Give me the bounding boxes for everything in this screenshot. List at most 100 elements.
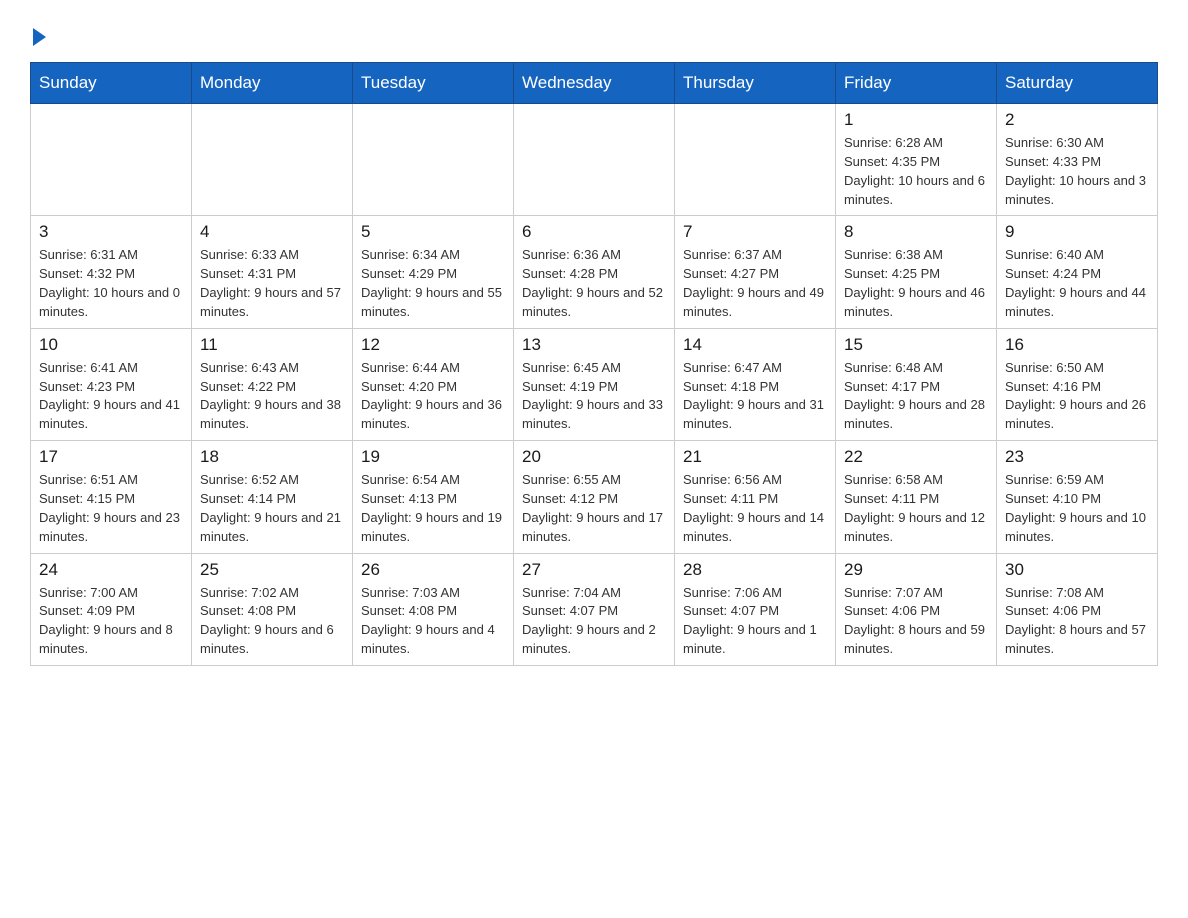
- day-header-wednesday: Wednesday: [514, 63, 675, 104]
- day-info: Sunrise: 6:30 AM Sunset: 4:33 PM Dayligh…: [1005, 134, 1149, 209]
- logo: [30, 20, 46, 46]
- calendar-cell: 4 Sunrise: 6:33 AM Sunset: 4:31 PM Daylig…: [192, 216, 353, 328]
- day-header-sunday: Sunday: [31, 63, 192, 104]
- calendar-cell: 7Sunrise: 6:37 AM Sunset: 4:27 PM Daylig…: [675, 216, 836, 328]
- day-info: Sunrise: 6:52 AM Sunset: 4:14 PM Dayligh…: [200, 471, 344, 546]
- day-number: 20: [522, 447, 666, 467]
- calendar-header-row: SundayMondayTuesdayWednesdayThursdayFrid…: [31, 63, 1158, 104]
- day-info: Sunrise: 7:02 AM Sunset: 4:08 PM Dayligh…: [200, 584, 344, 659]
- calendar-cell: 9Sunrise: 6:40 AM Sunset: 4:24 PM Daylig…: [997, 216, 1158, 328]
- day-number: 6: [522, 222, 666, 242]
- calendar-cell: 1Sunrise: 6:28 AM Sunset: 4:35 PM Daylig…: [836, 104, 997, 216]
- day-header-thursday: Thursday: [675, 63, 836, 104]
- day-info: Sunrise: 6:48 AM Sunset: 4:17 PM Dayligh…: [844, 359, 988, 434]
- calendar-cell: 27 Sunrise: 7:04 AM Sunset: 4:07 PM Dayli…: [514, 553, 675, 665]
- calendar-cell: 18 Sunrise: 6:52 AM Sunset: 4:14 PM Dayli…: [192, 441, 353, 553]
- calendar-cell: 14 Sunrise: 6:47 AM Sunset: 4:18 PM Dayli…: [675, 328, 836, 440]
- day-number: 3: [39, 222, 183, 242]
- calendar-cell: [31, 104, 192, 216]
- day-info: Sunrise: 7:08 AM Sunset: 4:06 PM Dayligh…: [1005, 584, 1149, 659]
- day-number: 17: [39, 447, 183, 467]
- day-info: Sunrise: 6:58 AM Sunset: 4:11 PM Dayligh…: [844, 471, 988, 546]
- day-info: Sunrise: 7:04 AM Sunset: 4:07 PM Dayligh…: [522, 584, 666, 659]
- page-header: [30, 20, 1158, 46]
- week-row-1: 1Sunrise: 6:28 AM Sunset: 4:35 PM Daylig…: [31, 104, 1158, 216]
- day-number: 10: [39, 335, 183, 355]
- day-number: 2: [1005, 110, 1149, 130]
- calendar-cell: 29Sunrise: 7:07 AM Sunset: 4:06 PM Dayli…: [836, 553, 997, 665]
- day-number: 19: [361, 447, 505, 467]
- calendar-cell: 15Sunrise: 6:48 AM Sunset: 4:17 PM Dayli…: [836, 328, 997, 440]
- day-info: Sunrise: 6:54 AM Sunset: 4:13 PM Dayligh…: [361, 471, 505, 546]
- calendar-cell: [675, 104, 836, 216]
- day-header-saturday: Saturday: [997, 63, 1158, 104]
- calendar-cell: 25 Sunrise: 7:02 AM Sunset: 4:08 PM Dayli…: [192, 553, 353, 665]
- day-number: 22: [844, 447, 988, 467]
- day-number: 21: [683, 447, 827, 467]
- week-row-4: 17 Sunrise: 6:51 AM Sunset: 4:15 PM Dayli…: [31, 441, 1158, 553]
- day-number: 26: [361, 560, 505, 580]
- day-number: 7: [683, 222, 827, 242]
- day-number: 14: [683, 335, 827, 355]
- day-info: Sunrise: 6:33 AM Sunset: 4:31 PM Dayligh…: [200, 246, 344, 321]
- calendar-cell: 2 Sunrise: 6:30 AM Sunset: 4:33 PM Daylig…: [997, 104, 1158, 216]
- week-row-2: 3 Sunrise: 6:31 AM Sunset: 4:32 PM Daylig…: [31, 216, 1158, 328]
- day-header-friday: Friday: [836, 63, 997, 104]
- day-number: 16: [1005, 335, 1149, 355]
- day-info: Sunrise: 7:07 AM Sunset: 4:06 PM Dayligh…: [844, 584, 988, 659]
- day-info: Sunrise: 6:36 AM Sunset: 4:28 PM Dayligh…: [522, 246, 666, 321]
- day-info: Sunrise: 7:03 AM Sunset: 4:08 PM Dayligh…: [361, 584, 505, 659]
- day-info: Sunrise: 6:41 AM Sunset: 4:23 PM Dayligh…: [39, 359, 183, 434]
- calendar-cell: [192, 104, 353, 216]
- day-number: 28: [683, 560, 827, 580]
- day-number: 13: [522, 335, 666, 355]
- calendar-cell: 8 Sunrise: 6:38 AM Sunset: 4:25 PM Daylig…: [836, 216, 997, 328]
- calendar-cell: 22 Sunrise: 6:58 AM Sunset: 4:11 PM Dayli…: [836, 441, 997, 553]
- day-header-tuesday: Tuesday: [353, 63, 514, 104]
- calendar-cell: 20 Sunrise: 6:55 AM Sunset: 4:12 PM Dayli…: [514, 441, 675, 553]
- day-info: Sunrise: 6:28 AM Sunset: 4:35 PM Dayligh…: [844, 134, 988, 209]
- calendar-table: SundayMondayTuesdayWednesdayThursdayFrid…: [30, 62, 1158, 666]
- day-number: 9: [1005, 222, 1149, 242]
- calendar-cell: 12Sunrise: 6:44 AM Sunset: 4:20 PM Dayli…: [353, 328, 514, 440]
- calendar-cell: 16 Sunrise: 6:50 AM Sunset: 4:16 PM Dayli…: [997, 328, 1158, 440]
- calendar-cell: 17 Sunrise: 6:51 AM Sunset: 4:15 PM Dayli…: [31, 441, 192, 553]
- day-number: 25: [200, 560, 344, 580]
- day-header-monday: Monday: [192, 63, 353, 104]
- day-number: 24: [39, 560, 183, 580]
- calendar-cell: 26 Sunrise: 7:03 AM Sunset: 4:08 PM Dayli…: [353, 553, 514, 665]
- calendar-cell: 24 Sunrise: 7:00 AM Sunset: 4:09 PM Dayli…: [31, 553, 192, 665]
- day-info: Sunrise: 6:47 AM Sunset: 4:18 PM Dayligh…: [683, 359, 827, 434]
- day-info: Sunrise: 6:55 AM Sunset: 4:12 PM Dayligh…: [522, 471, 666, 546]
- day-number: 27: [522, 560, 666, 580]
- calendar-cell: 3 Sunrise: 6:31 AM Sunset: 4:32 PM Daylig…: [31, 216, 192, 328]
- day-info: Sunrise: 6:45 AM Sunset: 4:19 PM Dayligh…: [522, 359, 666, 434]
- day-info: Sunrise: 7:00 AM Sunset: 4:09 PM Dayligh…: [39, 584, 183, 659]
- day-info: Sunrise: 7:06 AM Sunset: 4:07 PM Dayligh…: [683, 584, 827, 659]
- day-info: Sunrise: 6:43 AM Sunset: 4:22 PM Dayligh…: [200, 359, 344, 434]
- logo-triangle-icon: [33, 28, 46, 46]
- day-info: Sunrise: 6:44 AM Sunset: 4:20 PM Dayligh…: [361, 359, 505, 434]
- calendar-cell: 21 Sunrise: 6:56 AM Sunset: 4:11 PM Dayli…: [675, 441, 836, 553]
- day-number: 23: [1005, 447, 1149, 467]
- day-info: Sunrise: 6:50 AM Sunset: 4:16 PM Dayligh…: [1005, 359, 1149, 434]
- calendar-cell: 11 Sunrise: 6:43 AM Sunset: 4:22 PM Dayli…: [192, 328, 353, 440]
- calendar-cell: 5Sunrise: 6:34 AM Sunset: 4:29 PM Daylig…: [353, 216, 514, 328]
- day-number: 4: [200, 222, 344, 242]
- day-number: 18: [200, 447, 344, 467]
- day-info: Sunrise: 6:31 AM Sunset: 4:32 PM Dayligh…: [39, 246, 183, 321]
- calendar-cell: 28 Sunrise: 7:06 AM Sunset: 4:07 PM Dayli…: [675, 553, 836, 665]
- day-info: Sunrise: 6:38 AM Sunset: 4:25 PM Dayligh…: [844, 246, 988, 321]
- calendar-cell: 19 Sunrise: 6:54 AM Sunset: 4:13 PM Dayli…: [353, 441, 514, 553]
- day-number: 30: [1005, 560, 1149, 580]
- calendar-cell: [353, 104, 514, 216]
- calendar-cell: [514, 104, 675, 216]
- week-row-5: 24 Sunrise: 7:00 AM Sunset: 4:09 PM Dayli…: [31, 553, 1158, 665]
- day-info: Sunrise: 6:56 AM Sunset: 4:11 PM Dayligh…: [683, 471, 827, 546]
- calendar-cell: 10 Sunrise: 6:41 AM Sunset: 4:23 PM Dayli…: [31, 328, 192, 440]
- day-info: Sunrise: 6:51 AM Sunset: 4:15 PM Dayligh…: [39, 471, 183, 546]
- day-number: 11: [200, 335, 344, 355]
- calendar-cell: 30 Sunrise: 7:08 AM Sunset: 4:06 PM Dayli…: [997, 553, 1158, 665]
- week-row-3: 10 Sunrise: 6:41 AM Sunset: 4:23 PM Dayli…: [31, 328, 1158, 440]
- day-number: 8: [844, 222, 988, 242]
